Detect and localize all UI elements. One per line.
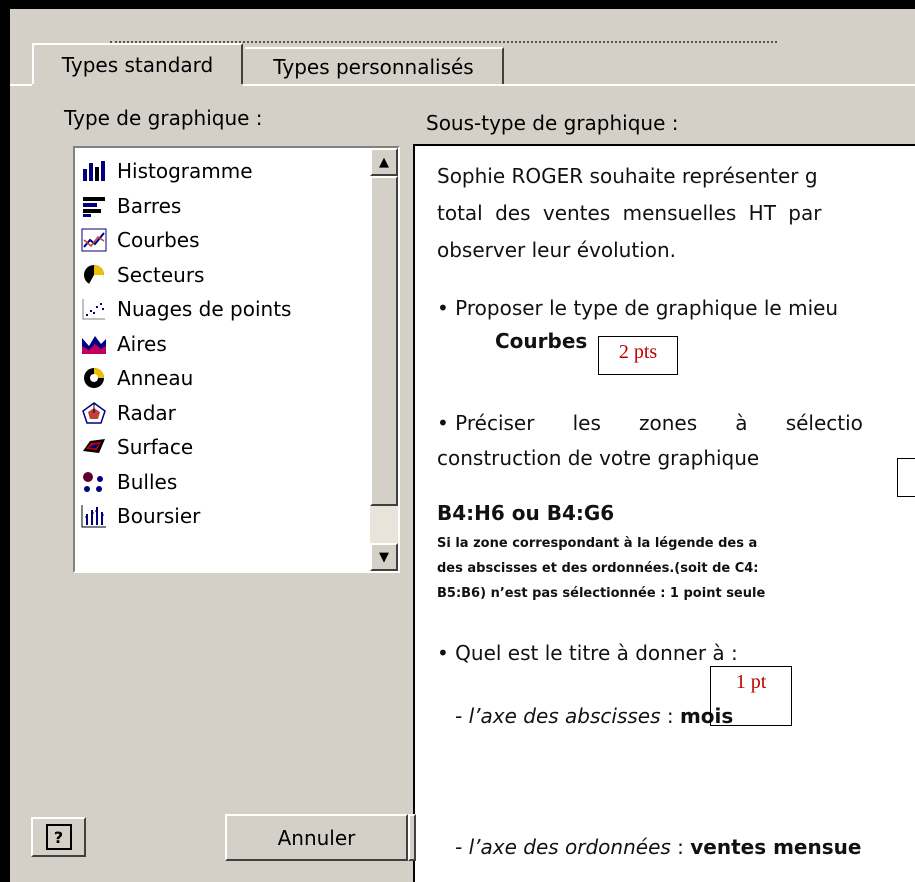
line-chart-icon [81,228,107,252]
chart-type-label: Boursier [117,504,201,529]
doc-line: total des ventes mensuelles HT par [437,201,822,225]
chart-type-label: Bulles [117,469,178,494]
area-chart-icon [81,332,107,356]
doc-bullet: • Proposer le type de graphique le mieu [437,296,839,320]
chart-type-item-histogram[interactable]: Histogramme [77,154,369,189]
chart-type-label: Type de graphique : [64,106,263,130]
doc-line: Sophie ROGER souhaite représenter g [437,164,818,188]
surface-chart-icon [81,435,107,459]
axis-label: - l’axe des abscisses [455,704,661,728]
scroll-down-button[interactable]: ▼ [370,543,398,571]
chart-type-label: Anneau [117,366,194,391]
doc-line: observer leur évolution. [437,238,676,262]
doc-note: des abscisses et des ordonnées.(soit de … [437,561,759,576]
next-button-edge[interactable] [408,814,416,861]
chart-type-label: Histogramme [117,159,253,184]
histogram-icon [81,159,107,183]
axis-separator: : [660,704,680,728]
doc-answer: Courbes [495,329,588,353]
chart-type-item-bubble-chart[interactable]: Bulles [77,465,369,500]
bubble-chart-icon [81,470,107,494]
doc-line: construction de votre graphique [437,446,760,470]
chart-type-label: Nuages de points [117,297,292,322]
points-box: 2 pts [598,336,678,375]
chart-type-label: Barres [117,193,182,218]
axis-label: - l’axe des ordonnées [455,835,671,859]
chart-type-item-line-chart[interactable]: Courbes [77,223,369,258]
chart-type-label: Surface [117,435,194,460]
doc-note: Si la zone correspondant à la légende de… [437,536,758,551]
chart-type-item-bar-chart[interactable]: Barres [77,189,369,224]
chart-type-label: Radar [117,400,176,425]
doc-answer: B4:H6 ou B4:G6 [437,501,615,525]
tab-baseline [10,84,32,86]
cancel-label: Annuler [277,825,356,850]
tab-label: Types standard [61,52,214,77]
points-box [897,458,915,497]
chart-type-item-pie-chart[interactable]: Secteurs [77,258,369,293]
tab-types-standard[interactable]: Types standard [32,43,243,84]
doc-bullet: • Préciser les zones à sélectio [437,411,863,435]
chart-type-item-stock-chart[interactable]: Boursier [77,499,369,534]
vertical-scrollbar[interactable]: ▲ ▼ [370,148,398,571]
stock-chart-icon [81,504,107,528]
chart-type-item-surface-chart[interactable]: Surface [77,430,369,465]
pie-chart-icon [81,263,107,287]
cancel-button[interactable]: Annuler [225,814,408,861]
axis-separator: : [670,835,691,859]
chart-type-item-radar-chart[interactable]: Radar [77,396,369,431]
chart-type-label: Courbes [117,228,200,253]
chart-type-listbox[interactable]: Histogramme Barres Courbes Secteurs Nuages d… [73,146,400,573]
scatter-chart-icon [81,297,107,321]
help-icon: ? [45,824,72,850]
chart-type-item-area-chart[interactable]: Aires [77,327,369,362]
chart-type-item-doughnut-chart[interactable]: Anneau [77,361,369,396]
doc-note: B5:B6) n’est pas sélectionnée : 1 point … [437,586,766,601]
axis-value: ventes mensue [690,835,862,859]
chart-wizard-dialog: Types standard Types personnalisés Type … [10,9,915,882]
doughnut-chart-icon [81,366,107,390]
tab-types-personnalises[interactable]: Types personnalisés [245,47,504,84]
bar-chart-icon [81,194,107,218]
doc-bullet: • Quel est le titre à donner à : [437,641,738,665]
radar-chart-icon [81,401,107,425]
scroll-up-button[interactable]: ▲ [370,148,398,176]
doc-axis-x: - l’axe des abscisses : mois [455,704,733,728]
chart-type-label: Aires [117,331,167,356]
document-overlay: Sophie ROGER souhaite représenter g tota… [413,144,915,882]
chart-subtype-label: Sous-type de graphique : [426,111,679,135]
doc-axis-y: - l’axe des ordonnées : ventes mensue [455,835,861,859]
help-button[interactable]: ? [31,817,86,857]
scroll-thumb[interactable] [370,176,398,506]
points-box: 1 pt [710,666,792,726]
chart-type-item-scatter-chart[interactable]: Nuages de points [77,292,369,327]
chart-type-label: Secteurs [117,262,205,287]
tab-label: Types personnalisés [273,54,474,79]
tab-baseline [243,84,915,86]
